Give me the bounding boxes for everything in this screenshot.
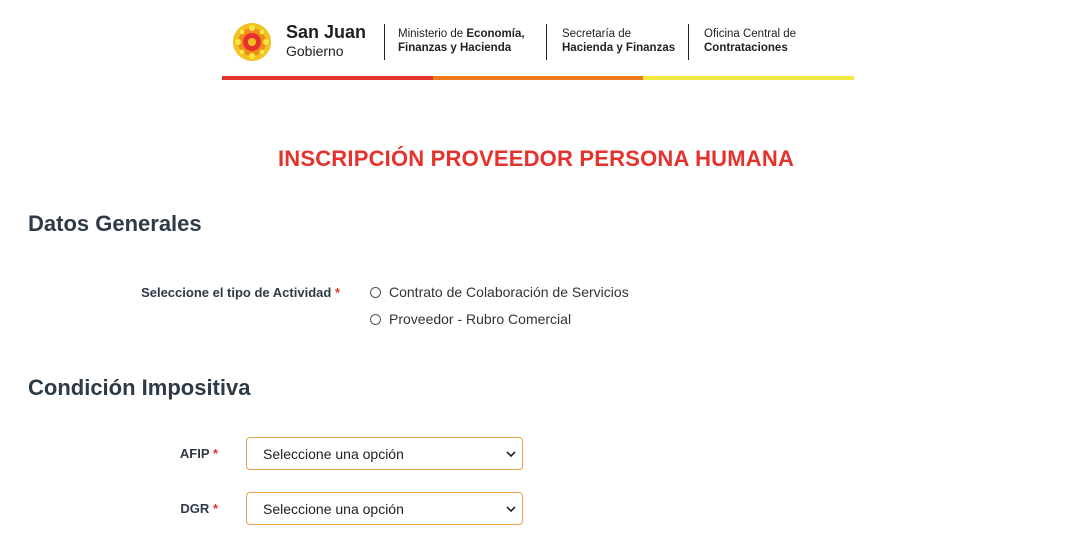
- radio-label: Contrato de Colaboración de Servicios: [389, 284, 629, 300]
- colorbar-segment-red: [222, 76, 433, 80]
- dgr-select[interactable]: Seleccione una opción: [246, 492, 523, 525]
- site-header: San Juan Gobierno Ministerio de Economía…: [222, 20, 854, 66]
- afip-label: AFIP *: [179, 446, 218, 461]
- secretaria-label: Secretaría de Hacienda y Finanzas: [562, 28, 676, 54]
- required-mark: *: [212, 501, 218, 516]
- afip-select-value: Seleccione una opción: [263, 445, 404, 462]
- brand-subtitle: Gobierno: [286, 43, 344, 59]
- oficina-label: Oficina Central de Contrataciones: [704, 28, 797, 54]
- radio-label: Proveedor - Rubro Comercial: [389, 311, 572, 327]
- radio-button[interactable]: [370, 313, 381, 325]
- section-title-condicion-impositiva: Condición Impositiva: [28, 375, 251, 400]
- header-divider: [546, 24, 547, 60]
- header-colorbar: [222, 76, 855, 80]
- required-mark: *: [212, 446, 218, 461]
- actividad-label: Seleccione el tipo de Actividad *: [141, 285, 340, 300]
- page-title: INSCRIPCIÓN PROVEEDOR PERSONA HUMANA: [277, 146, 795, 171]
- colorbar-segment-orange: [432, 76, 644, 80]
- header-divider: [688, 24, 689, 60]
- required-mark: *: [334, 285, 340, 300]
- colorbar-segment-yellow: [643, 76, 855, 80]
- afip-select[interactable]: Seleccione una opción: [246, 437, 523, 470]
- dgr-label: DGR *: [180, 501, 218, 516]
- san-juan-logo-icon: [233, 23, 271, 61]
- chevron-down-icon: [506, 451, 516, 458]
- chevron-down-icon: [506, 506, 516, 513]
- ministerio-label: Ministerio de Economía, Finanzas y Hacie…: [398, 28, 525, 54]
- radio-button[interactable]: [370, 286, 381, 298]
- radio-option-contrato[interactable]: Contrato de Colaboración de Servicios: [370, 284, 629, 300]
- brand-title: San Juan: [286, 22, 367, 42]
- dgr-select-value: Seleccione una opción: [263, 500, 404, 517]
- radio-option-proveedor[interactable]: Proveedor - Rubro Comercial: [370, 311, 571, 327]
- header-divider: [384, 24, 385, 60]
- section-title-datos-generales: Datos Generales: [28, 211, 202, 236]
